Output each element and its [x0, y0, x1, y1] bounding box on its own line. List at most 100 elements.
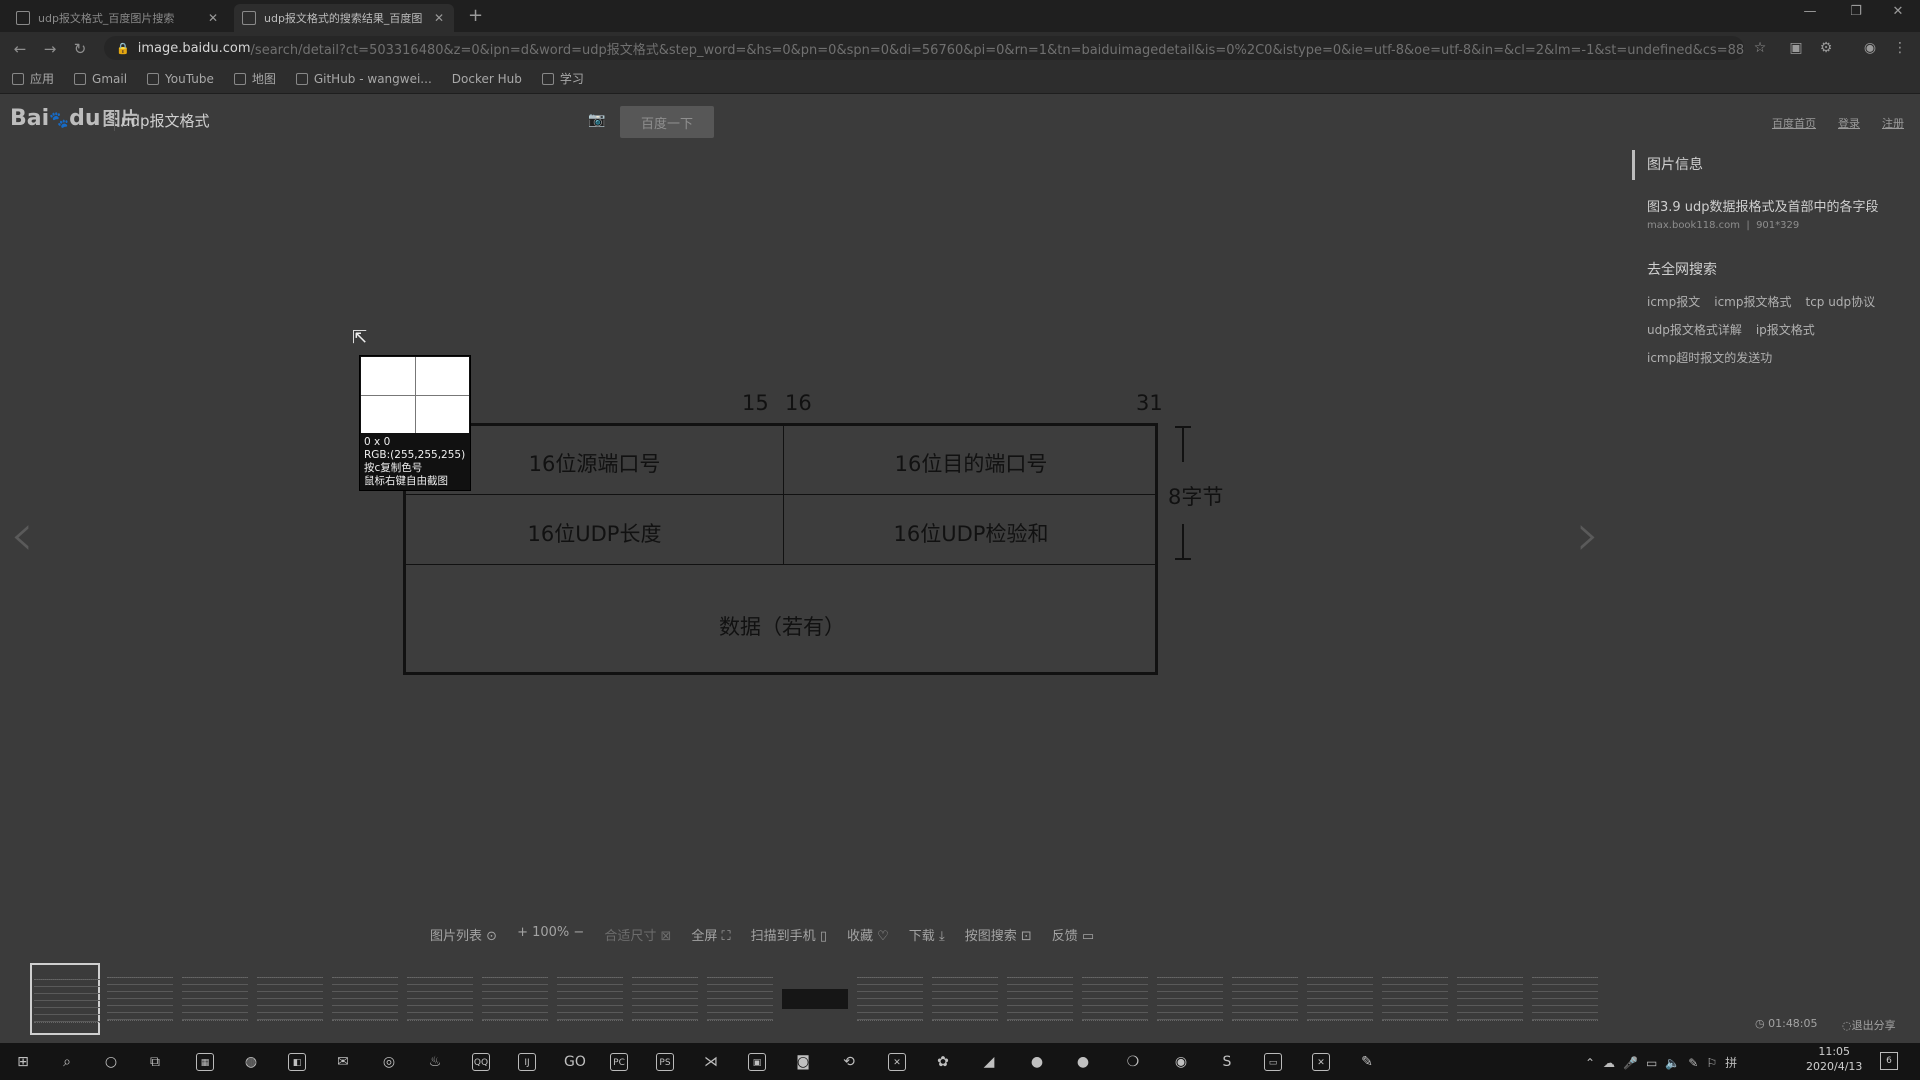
minimize-icon[interactable]: —: [1792, 4, 1828, 19]
paint-app-icon[interactable]: ✎: [1358, 1053, 1376, 1071]
thumbnail[interactable]: [555, 963, 625, 1035]
prev-image-arrow-icon[interactable]: ‹: [10, 500, 34, 570]
favorite-button[interactable]: 收藏 ♡: [847, 925, 889, 944]
thumbnail[interactable]: [1230, 963, 1300, 1035]
restore-icon[interactable]: ❐: [1838, 4, 1874, 19]
task-view-icon[interactable]: ⧉: [146, 1053, 164, 1071]
taskbar-clock[interactable]: 11:05 2020/4/13: [1806, 1044, 1862, 1074]
bookmark-youtube[interactable]: YouTube: [147, 72, 214, 86]
back-icon[interactable]: ←: [10, 40, 30, 58]
camera-icon[interactable]: 📷: [588, 112, 605, 128]
leaf-app-icon[interactable]: ◢: [980, 1053, 998, 1071]
bookmark-star-icon[interactable]: ☆: [1750, 40, 1770, 56]
thumbnail[interactable]: [1530, 963, 1600, 1035]
new-tab-button[interactable]: +: [468, 5, 483, 26]
fit-size-button[interactable]: 合适尺寸 ⊠: [604, 925, 671, 944]
search-icon[interactable]: ⌕: [58, 1053, 76, 1071]
thumbnail[interactable]: [1380, 963, 1450, 1035]
bookmark-dockerhub[interactable]: Docker Hub: [452, 72, 522, 86]
image-list-button[interactable]: 图片列表 ⊙: [430, 925, 497, 944]
menu-icon[interactable]: ⋮: [1890, 40, 1910, 56]
thumbnail[interactable]: [330, 963, 400, 1035]
xshell-icon[interactable]: ✕: [1312, 1053, 1330, 1071]
thumbnail[interactable]: [855, 963, 925, 1035]
next-image-arrow-icon[interactable]: ›: [1576, 500, 1600, 570]
related-tag[interactable]: udp报文格式详解: [1647, 321, 1742, 338]
circle-app-icon[interactable]: ●: [1074, 1053, 1092, 1071]
download-button[interactable]: 下载 ⤓: [909, 925, 945, 944]
tab-search-results[interactable]: udp报文格式_百度图片搜索 ✕: [8, 4, 228, 32]
pycharm-icon[interactable]: PC: [610, 1053, 628, 1071]
forward-icon[interactable]: →: [40, 40, 60, 58]
related-tag[interactable]: tcp udp协议: [1806, 293, 1876, 310]
screen-app-icon[interactable]: ▭: [1264, 1053, 1282, 1071]
git-icon[interactable]: ⟲: [840, 1053, 858, 1071]
bookmark-github[interactable]: GitHub - wangwei...: [295, 72, 432, 86]
fullscreen-button[interactable]: 全屏 ⛶: [691, 925, 730, 944]
close-window-icon[interactable]: ✕: [1880, 4, 1916, 19]
windows-start-icon[interactable]: ⊞: [14, 1053, 32, 1071]
thumbnail[interactable]: [30, 963, 100, 1035]
notification-center-icon[interactable]: 6: [1880, 1052, 1898, 1070]
keyboard-app-icon[interactable]: ▦: [196, 1053, 214, 1071]
related-tag[interactable]: icmp报文格式: [1714, 293, 1791, 310]
url-bar[interactable]: 🔒 image.baidu.com /search/detail?ct=5033…: [104, 36, 1744, 60]
link-register[interactable]: 注册: [1882, 115, 1904, 131]
bookmark-study-folder[interactable]: 学习: [541, 70, 584, 87]
thumbnail[interactable]: [180, 963, 250, 1035]
thumbnail[interactable]: [1005, 963, 1075, 1035]
thumbnail[interactable]: [1080, 963, 1150, 1035]
close-icon[interactable]: ✕: [432, 11, 446, 25]
thumbnail[interactable]: [780, 963, 850, 1035]
scan-to-phone-button[interactable]: 扫描到手机 ▯: [751, 925, 827, 944]
link-login[interactable]: 登录: [1838, 115, 1860, 131]
paw-app-icon[interactable]: ✿: [934, 1053, 952, 1071]
chrome-active-icon[interactable]: ◉: [1172, 1053, 1190, 1071]
feedback-button[interactable]: 反馈 ▭: [1052, 925, 1094, 944]
thumbnail[interactable]: [480, 963, 550, 1035]
vscode-icon[interactable]: ⋊: [702, 1053, 720, 1071]
browser-icon[interactable]: ◍: [242, 1053, 260, 1071]
mouse-app-icon[interactable]: ♨: [426, 1053, 444, 1071]
thumbnail[interactable]: [705, 963, 775, 1035]
thumbnail[interactable]: [105, 963, 175, 1035]
close-icon[interactable]: ✕: [206, 11, 220, 25]
related-tag[interactable]: icmp超时报文的发送功: [1647, 349, 1772, 366]
goland-icon[interactable]: GO: [564, 1053, 586, 1071]
extension-gear-icon[interactable]: ⚙: [1816, 40, 1836, 56]
thumbnail[interactable]: [630, 963, 700, 1035]
globe-app-icon[interactable]: ●: [1028, 1053, 1046, 1071]
extension-icon[interactable]: ▣: [1786, 40, 1806, 56]
profile-avatar-icon[interactable]: ◉: [1860, 40, 1880, 56]
phpstorm-icon[interactable]: PS: [656, 1053, 674, 1071]
search-button[interactable]: 百度一下: [620, 106, 714, 138]
intellij-icon[interactable]: IJ: [518, 1053, 536, 1071]
xmind-icon[interactable]: ✕: [888, 1053, 906, 1071]
thumbnail[interactable]: [1455, 963, 1525, 1035]
search-by-image-button[interactable]: 按图搜索 ⊡: [965, 925, 1032, 944]
zoom-in-button[interactable]: +: [517, 925, 528, 940]
image-source[interactable]: max.book118.com: [1647, 220, 1740, 231]
store-icon[interactable]: ◧: [288, 1053, 306, 1071]
thumbnail[interactable]: [1305, 963, 1375, 1035]
related-tag[interactable]: ip报文格式: [1756, 321, 1815, 338]
thumbnail[interactable]: [255, 963, 325, 1035]
qq-icon[interactable]: QQ: [472, 1053, 490, 1071]
sublime-icon[interactable]: S: [1218, 1053, 1236, 1071]
wechat-icon[interactable]: ❍: [1124, 1053, 1142, 1071]
exit-share-button[interactable]: ◌退出分享: [1842, 1017, 1896, 1033]
chrome-icon[interactable]: ◎: [380, 1053, 398, 1071]
reload-icon[interactable]: ↻: [70, 40, 90, 58]
system-tray[interactable]: ⌃☁🎤▭🔈✎⚐拼: [1585, 1054, 1745, 1071]
image-title[interactable]: 图3.9 udp数据报格式及首部中的各字段: [1647, 196, 1920, 215]
bookmark-apps[interactable]: 应用: [12, 70, 54, 87]
thumbnail[interactable]: [1155, 963, 1225, 1035]
thumbnail[interactable]: [405, 963, 475, 1035]
tab-image-detail[interactable]: udp报文格式的搜索结果_百度图 ✕: [234, 4, 454, 32]
link-baidu-home[interactable]: 百度首页: [1772, 115, 1816, 131]
terminal-icon[interactable]: ▣: [748, 1053, 766, 1071]
zoom-out-button[interactable]: −: [573, 925, 584, 940]
cortana-icon[interactable]: ○: [102, 1053, 120, 1071]
search-query[interactable]: udp报文格式: [114, 110, 210, 131]
bookmark-gmail[interactable]: Gmail: [74, 72, 127, 86]
